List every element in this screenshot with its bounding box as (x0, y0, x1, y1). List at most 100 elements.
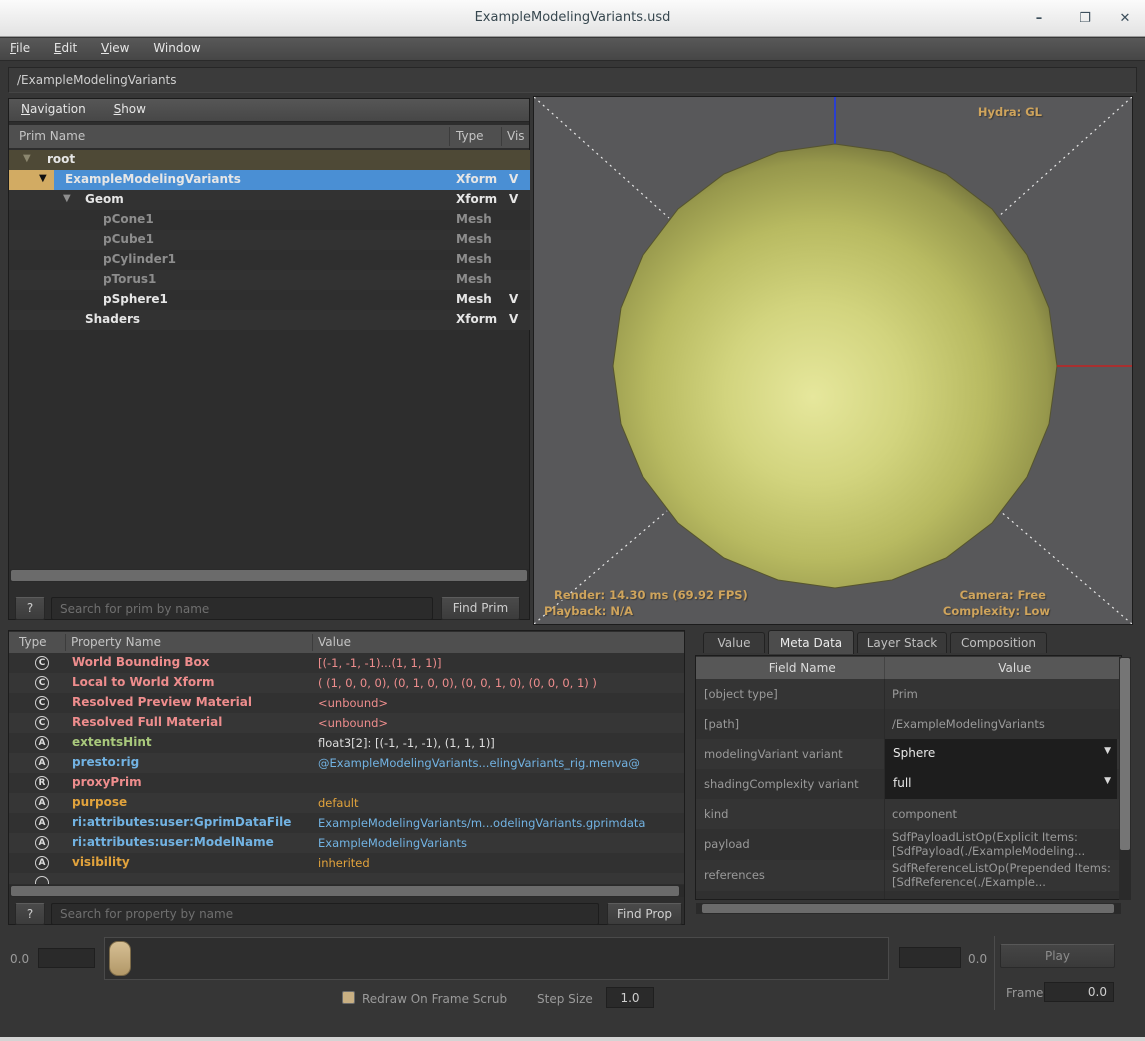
shading-complexity-combobox[interactable]: full ▼ (885, 769, 1117, 799)
find-prop-button[interactable]: Find Prop (607, 903, 682, 925)
tree-row-root[interactable]: ▼ root (9, 150, 530, 170)
col-vis: Vis (507, 129, 525, 143)
maximize-icon[interactable]: ❐ (1074, 8, 1096, 30)
property-row[interactable]: R proxyPrim (9, 773, 684, 793)
tab-composition[interactable]: Composition (950, 632, 1047, 653)
prop-search-input[interactable] (51, 903, 599, 925)
redraw-checkbox[interactable] (342, 991, 355, 1004)
col-prim-name: Prim Name (19, 129, 86, 143)
hud-camera: Camera: Free (959, 588, 1046, 602)
window-bottom-edge (0, 1037, 1145, 1041)
hud-renderer: Hydra: GL (977, 105, 1042, 119)
attribute-icon: A (35, 796, 49, 810)
computed-icon: C (35, 656, 49, 670)
tree-row-pcube1[interactable]: pCube1 Mesh (9, 230, 530, 250)
modeling-variant-combobox[interactable]: Sphere ▼ (885, 739, 1117, 769)
metadata-row-clipped[interactable] (696, 891, 1121, 899)
frame-slider-handle[interactable] (109, 941, 131, 976)
range-end-input[interactable] (899, 947, 961, 968)
selected-row-indent (9, 170, 54, 190)
col-field-name: Field Name (768, 661, 836, 675)
tree-row-shaders[interactable]: Shaders Xform V (9, 310, 530, 330)
menu-view[interactable]: View (91, 38, 139, 61)
computed-icon: C (35, 676, 49, 690)
tab-value[interactable]: Value (703, 632, 765, 653)
property-row[interactable]: A ri:attributes:user:ModelName ExampleMo… (9, 833, 684, 853)
frame-label: Frame: (1006, 986, 1048, 1000)
vis-toggle[interactable]: V (509, 192, 518, 206)
tree-row-pcylinder1[interactable]: pCylinder1 Mesh (9, 250, 530, 270)
frame-input[interactable] (1044, 982, 1114, 1002)
property-row[interactable]: A extentsHint float3[2]: [(-1, -1, -1), … (9, 733, 684, 753)
attribute-icon: A (35, 836, 49, 850)
metadata-row[interactable]: shadingComplexity variant full ▼ (696, 769, 1121, 799)
tree-row-examplemodelingvariants[interactable]: ▼ ExampleModelingVariants Xform V (9, 170, 530, 190)
menu-edit[interactable]: Edit (44, 38, 87, 61)
close-icon[interactable]: ✕ (1114, 8, 1136, 30)
prim-tree-panel: Navigation Show Prim Name Type Vis ▼ roo… (8, 98, 530, 620)
metadata-row[interactable]: [path] /ExampleModelingVariants (696, 709, 1121, 739)
tree-row-ptorus1[interactable]: pTorus1 Mesh (9, 270, 530, 290)
menu-window[interactable]: Window (143, 38, 210, 61)
metadata-row[interactable]: [object type] Prim (696, 679, 1121, 709)
attribute-icon: A (35, 736, 49, 750)
tree-row-psphere1[interactable]: pSphere1 Mesh V (9, 290, 530, 310)
property-row[interactable]: A presto:rig @ExampleModelingVariants...… (9, 753, 684, 773)
menu-file[interactable]: File (0, 38, 40, 61)
vis-toggle[interactable]: V (509, 172, 518, 186)
metadata-row[interactable]: modelingVariant variant Sphere ▼ (696, 739, 1121, 769)
tab-meta-data[interactable]: Meta Data (768, 630, 854, 654)
property-row-clipped[interactable] (9, 873, 684, 884)
menu-show[interactable]: Show (102, 99, 158, 122)
metadata-row[interactable]: kind component (696, 799, 1121, 829)
step-size-input[interactable] (606, 987, 654, 1008)
collapse-triangle-icon[interactable]: ▼ (63, 193, 71, 204)
col-type: Type (19, 635, 47, 649)
collapse-triangle-icon[interactable]: ▼ (23, 153, 31, 164)
frame-slider[interactable] (104, 937, 889, 980)
prim-path-input[interactable] (8, 67, 1137, 93)
relationship-icon: R (35, 776, 49, 790)
range-start-label: 0.0 (10, 952, 30, 966)
metadata-hscrollbar[interactable] (696, 903, 1121, 914)
collapse-triangle-icon[interactable]: ▼ (39, 173, 47, 184)
tree-row-pcone1[interactable]: pCone1 Mesh (9, 210, 530, 230)
metadata-column-header: Field Name Value (696, 657, 1121, 679)
computed-icon: C (35, 716, 49, 730)
minimize-icon[interactable]: – (1028, 8, 1050, 30)
viewport-3d[interactable]: Hydra: GL Render: 14.30 ms (69.92 FPS) P… (533, 96, 1133, 625)
prop-search-help-button[interactable]: ? (15, 903, 45, 925)
metadata-row[interactable]: payload SdfPayloadListOp(Explicit Items:… (696, 829, 1121, 860)
tab-layer-stack[interactable]: Layer Stack (857, 632, 947, 653)
attribute-icon: A (35, 856, 49, 870)
menu-navigation[interactable]: Navigation (9, 99, 98, 122)
prim-search-help-button[interactable]: ? (15, 597, 45, 620)
hud-complexity: Complexity: Low (942, 604, 1050, 618)
property-row[interactable]: C World Bounding Box [(-1, -1, -1)...(1,… (9, 653, 684, 673)
property-row[interactable]: C Resolved Full Material <unbound> (9, 713, 684, 733)
metadata-vscrollbar[interactable] (1119, 657, 1131, 900)
property-row[interactable]: C Local to World Xform ( (1, 0, 0, 0), (… (9, 673, 684, 693)
vis-toggle[interactable]: V (509, 292, 518, 306)
usdview-window: ExampleModelingVariants.usd – ❐ ✕ File E… (0, 0, 1145, 1041)
prim-search-input[interactable] (51, 597, 433, 620)
timeline-divider (994, 936, 995, 1010)
range-start-input[interactable] (38, 948, 95, 968)
tree-row-geom[interactable]: ▼ Geom Xform V (9, 190, 530, 210)
window-title: ExampleModelingVariants.usd (474, 10, 671, 25)
property-row[interactable]: C Resolved Preview Material <unbound> (9, 693, 684, 713)
property-row[interactable]: A ri:attributes:user:GprimDataFile Examp… (9, 813, 684, 833)
property-row[interactable]: A purpose default (9, 793, 684, 813)
vis-toggle[interactable]: V (509, 312, 518, 326)
step-size-label: Step Size (537, 992, 593, 1006)
find-prim-button[interactable]: Find Prim (441, 597, 520, 620)
metadata-row[interactable]: references SdfReferenceListOp(Prepended … (696, 860, 1121, 891)
properties-hscrollbar[interactable] (10, 885, 684, 897)
metadata-table: Field Name Value [object type] Prim [pat… (695, 655, 1122, 900)
property-row[interactable]: A visibility inherited (9, 853, 684, 873)
tree-hscrollbar[interactable] (10, 569, 529, 582)
play-button[interactable]: Play (1000, 944, 1115, 968)
hud-playback: Playback: N/A (544, 604, 634, 618)
properties-column-header: Type Property Name Value (9, 632, 684, 653)
tree-column-header: Prim Name Type Vis (9, 125, 529, 148)
